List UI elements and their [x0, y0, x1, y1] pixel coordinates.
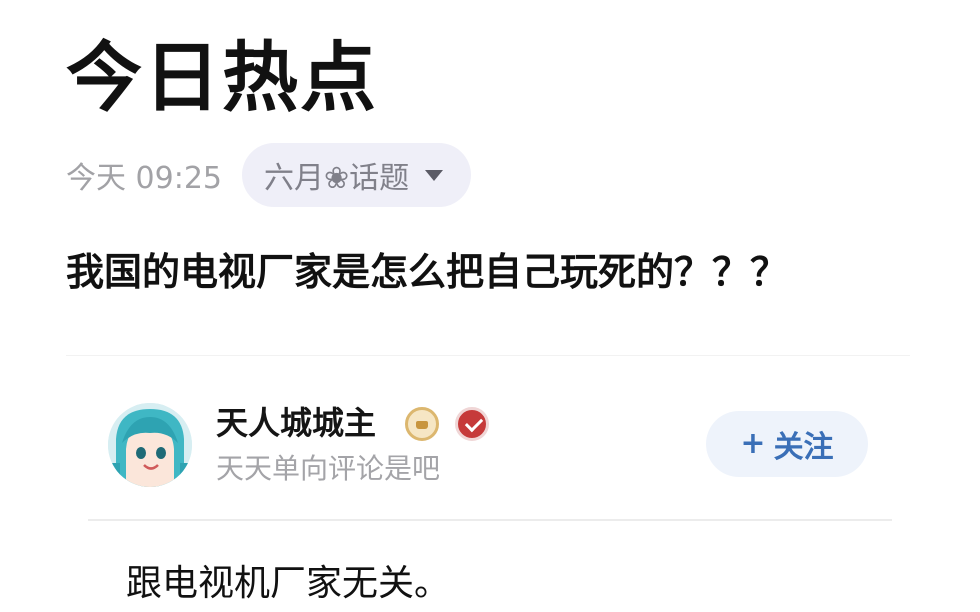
page: 今日热点 今天 09:25 六月❀话题 我国的电视厂家是怎么把自己玩死的？？？ … [0, 0, 980, 612]
answer-text[interactable]: 跟电视机厂家无关。 [126, 560, 450, 608]
author-name[interactable]: 天人城城主 [216, 401, 376, 445]
follow-label: 关注 [773, 430, 834, 465]
level-badge-icon [405, 407, 439, 441]
post-meta: 今天 09:25 六月❀话题 [66, 142, 472, 208]
follow-button[interactable]: + 关注 [706, 411, 868, 477]
verified-badge-icon [455, 407, 489, 441]
topic-label: 六月❀话题 [264, 161, 410, 196]
topic-selector[interactable]: 六月❀话题 [242, 143, 472, 207]
divider [66, 355, 910, 356]
answer-card: 天人城城主 天天单向评论是吧 + 关注 跟电视机厂家无关。 [88, 395, 892, 612]
avatar[interactable] [108, 403, 192, 487]
author-bio: 天天单向评论是吧 [216, 452, 441, 485]
plus-icon: + [740, 426, 766, 461]
divider [88, 519, 892, 521]
post-timestamp: 今天 09:25 [66, 161, 222, 196]
question-title[interactable]: 我国的电视厂家是怎么把自己玩死的？？？ [66, 246, 788, 298]
caret-down-icon [425, 169, 444, 181]
avatar-image [108, 403, 192, 487]
page-title: 今日热点 [66, 33, 378, 122]
